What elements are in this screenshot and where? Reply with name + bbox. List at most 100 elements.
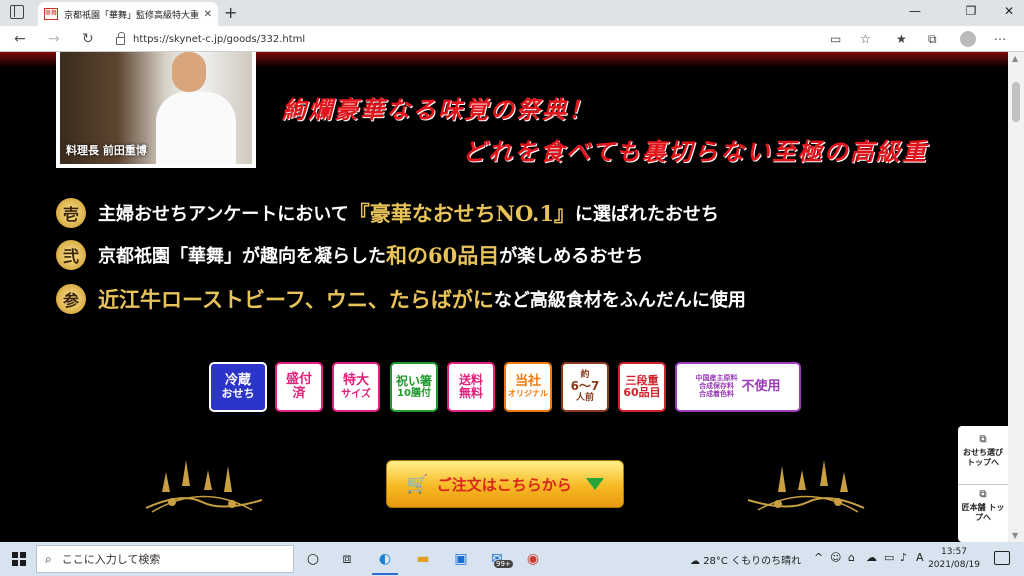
chip-line: 祝い箸 xyxy=(395,373,432,388)
close-window-icon[interactable]: ✕ xyxy=(994,4,1024,18)
network-icon[interactable]: ⌂ xyxy=(848,551,855,564)
chip-line: サイズ xyxy=(341,388,371,400)
scroll-thumb[interactable] xyxy=(1012,82,1020,122)
order-button[interactable]: 🛒 ご注文はこちらから xyxy=(386,460,624,508)
onedrive-icon[interactable]: ☁ xyxy=(866,551,877,564)
task-view-icon[interactable]: ⧈ xyxy=(338,550,356,568)
chip-line: 済 xyxy=(292,386,306,401)
scroll-up-icon[interactable]: ▲ xyxy=(1012,54,1018,63)
down-arrow-icon xyxy=(585,478,604,490)
file-explorer-icon[interactable]: ▬ xyxy=(414,550,432,568)
osechi-top-link[interactable]: ⧉ おせち選び トップへ xyxy=(958,430,1008,480)
external-link-icon: ⧉ xyxy=(979,489,987,500)
url-text: https://skynet-c.jp/goods/332.html xyxy=(133,33,306,45)
tab-actions-icon[interactable] xyxy=(10,5,24,19)
chip-line: 人前 xyxy=(575,392,594,403)
forward-icon[interactable]: → xyxy=(48,31,60,47)
chip-line: 10膳付 xyxy=(397,388,431,400)
clock[interactable]: 13:57 2021/08/19 xyxy=(928,546,980,572)
people-icon[interactable]: ☺ xyxy=(830,551,841,564)
collections-icon[interactable]: ⧉ xyxy=(928,32,937,47)
profile-avatar-icon[interactable] xyxy=(960,31,976,47)
cortana-icon[interactable]: ○ xyxy=(304,550,322,568)
tab-title: 京都祇園「華舞」監修高級特大重 xyxy=(64,10,200,21)
chip-line: 冷蔵 xyxy=(224,372,251,388)
chip-tokudai: 特大 サイズ xyxy=(332,362,380,412)
restore-icon[interactable]: ❐ xyxy=(956,4,986,18)
notification-icon[interactable] xyxy=(994,551,1010,565)
chip-sandanju: 三段重 60品目 xyxy=(618,362,666,412)
feature-text: が楽しめるおせち xyxy=(499,246,644,267)
feature-text: に選ばれたおせち xyxy=(574,204,719,225)
browser-tab-bar: 華舞 京都祇園「華舞」監修高級特大重 ✕ + — ❐ ✕ xyxy=(0,0,1024,26)
chef-body xyxy=(156,92,236,164)
chip-line: 無料 xyxy=(458,386,483,400)
favorites-icon[interactable]: ★ xyxy=(896,32,907,46)
chip-line: 当社 xyxy=(514,374,541,390)
chip-line: おせち xyxy=(221,387,255,401)
chip-line: オリジナル xyxy=(508,388,548,398)
display-icon[interactable]: ▭ xyxy=(884,551,894,564)
taskbar: ⌕ ここに入力して検索 ○ ⧈ ◐ ▬ ▣ ✉ 99+ ◉ ☁ 28°C くもり… xyxy=(0,542,1024,576)
minimize-icon[interactable]: — xyxy=(900,4,930,18)
browser-tab[interactable]: 華舞 京都祇園「華舞」監修高級特大重 ✕ xyxy=(38,2,218,26)
chip-line: 60品目 xyxy=(623,386,661,399)
ime-indicator[interactable]: A xyxy=(916,551,924,564)
feature-text: 主婦おせちアンケートにおいて xyxy=(98,204,349,225)
takumi-top-label: 匠本舗 トップへ xyxy=(961,503,1005,522)
feature-badge: 参 xyxy=(56,284,86,314)
weather-cloud-icon: ☁ xyxy=(690,556,700,567)
feature-highlight: 近江牛ローストビーフ、ウニ、たらばがに xyxy=(98,287,494,312)
chef-head xyxy=(172,52,206,92)
chip-moritsuke: 盛付 済 xyxy=(275,362,323,412)
page-scrollbar[interactable]: ▲ ▼ xyxy=(1008,52,1024,542)
search-placeholder: ここに入力して検索 xyxy=(61,553,161,566)
feature-2: 弐 京都祇園「華舞」が趣向を凝らした 和の60品目 が楽しめるおせち xyxy=(56,238,643,272)
active-app-indicator xyxy=(372,573,398,575)
scroll-down-icon[interactable]: ▼ xyxy=(1012,531,1018,540)
chef-caption: 料理長 前田重博 xyxy=(66,144,147,157)
external-link-icon: ⧉ xyxy=(979,434,987,445)
taskbar-search[interactable]: ⌕ ここに入力して検索 xyxy=(36,545,294,573)
side-nav-panel: ⧉ おせち選び トップへ ⧉ 匠本舗 トップへ xyxy=(958,426,1008,542)
feature-1: 壱 主婦おせちアンケートにおいて 『豪華なおせちNO.1』 に選ばれたおせち xyxy=(56,196,719,230)
chip-additive-list: 中国産主原料 合成保存料 合成着色料 xyxy=(695,375,737,398)
osechi-top-label: おせち選び トップへ xyxy=(963,448,1003,467)
close-tab-icon[interactable]: ✕ xyxy=(204,9,212,20)
feature-text: 京都祇園「華舞」が趣向を凝らした xyxy=(98,246,386,267)
page-content: 料理長 前田重博 絢爛豪華なる味覚の祭典！ どれを食べても裏切らない至極の高級重… xyxy=(0,52,1008,542)
back-icon[interactable]: ← xyxy=(14,31,26,47)
chip-additive-free: 中国産主原料 合成保存料 合成着色料 不使用 xyxy=(675,362,801,412)
more-menu-icon[interactable]: ⋯ xyxy=(994,32,1006,46)
chip-line: 合成着色料 xyxy=(698,389,734,398)
chrome-icon[interactable]: ◉ xyxy=(524,550,542,568)
edge-icon[interactable]: ◐ xyxy=(376,550,394,568)
store-icon[interactable]: ▣ xyxy=(452,550,470,568)
lock-icon[interactable] xyxy=(116,32,125,45)
chip-original: 当社 オリジナル xyxy=(504,362,552,412)
favorite-add-icon[interactable]: ☆ xyxy=(860,32,871,46)
windows-start-icon[interactable] xyxy=(12,552,26,566)
feature-highlight: 和の60品目 xyxy=(386,243,500,268)
address-bar-row: ← → ↻ https://skynet-c.jp/goods/332.html… xyxy=(0,26,1024,52)
chip-servings: 約 6～7 人前 xyxy=(561,362,609,412)
feature-text: など高級食材をふんだんに使用 xyxy=(493,290,746,311)
headline-line1: 絢爛豪華なる味覚の祭典！ xyxy=(282,95,594,124)
tray-chevron-icon[interactable]: ^ xyxy=(814,551,823,564)
takumi-top-link[interactable]: ⧉ 匠本舗 トップへ xyxy=(958,484,1008,534)
chip-tail: 不使用 xyxy=(741,378,781,394)
weather-widget[interactable]: ☁ 28°C くもりのち晴れ xyxy=(690,552,801,567)
chip-souryou: 送料 無料 xyxy=(447,362,495,412)
chip-line: 特大 xyxy=(342,373,369,389)
reader-view-icon[interactable]: ▭ xyxy=(830,32,841,46)
feature-badge: 弐 xyxy=(56,240,86,270)
left-ornament xyxy=(145,460,263,513)
clock-time: 13:57 xyxy=(941,547,967,557)
new-tab-icon[interactable]: + xyxy=(224,3,237,22)
refresh-icon[interactable]: ↻ xyxy=(82,31,94,47)
url-field[interactable]: https://skynet-c.jp/goods/332.html xyxy=(112,29,872,49)
chef-photo: 料理長 前田重博 xyxy=(56,52,256,168)
volume-icon[interactable]: ♪ xyxy=(900,551,907,564)
chip-reizo: 冷蔵 おせち xyxy=(209,362,267,412)
feature-highlight: 『豪華なおせちNO.1』 xyxy=(348,201,575,226)
